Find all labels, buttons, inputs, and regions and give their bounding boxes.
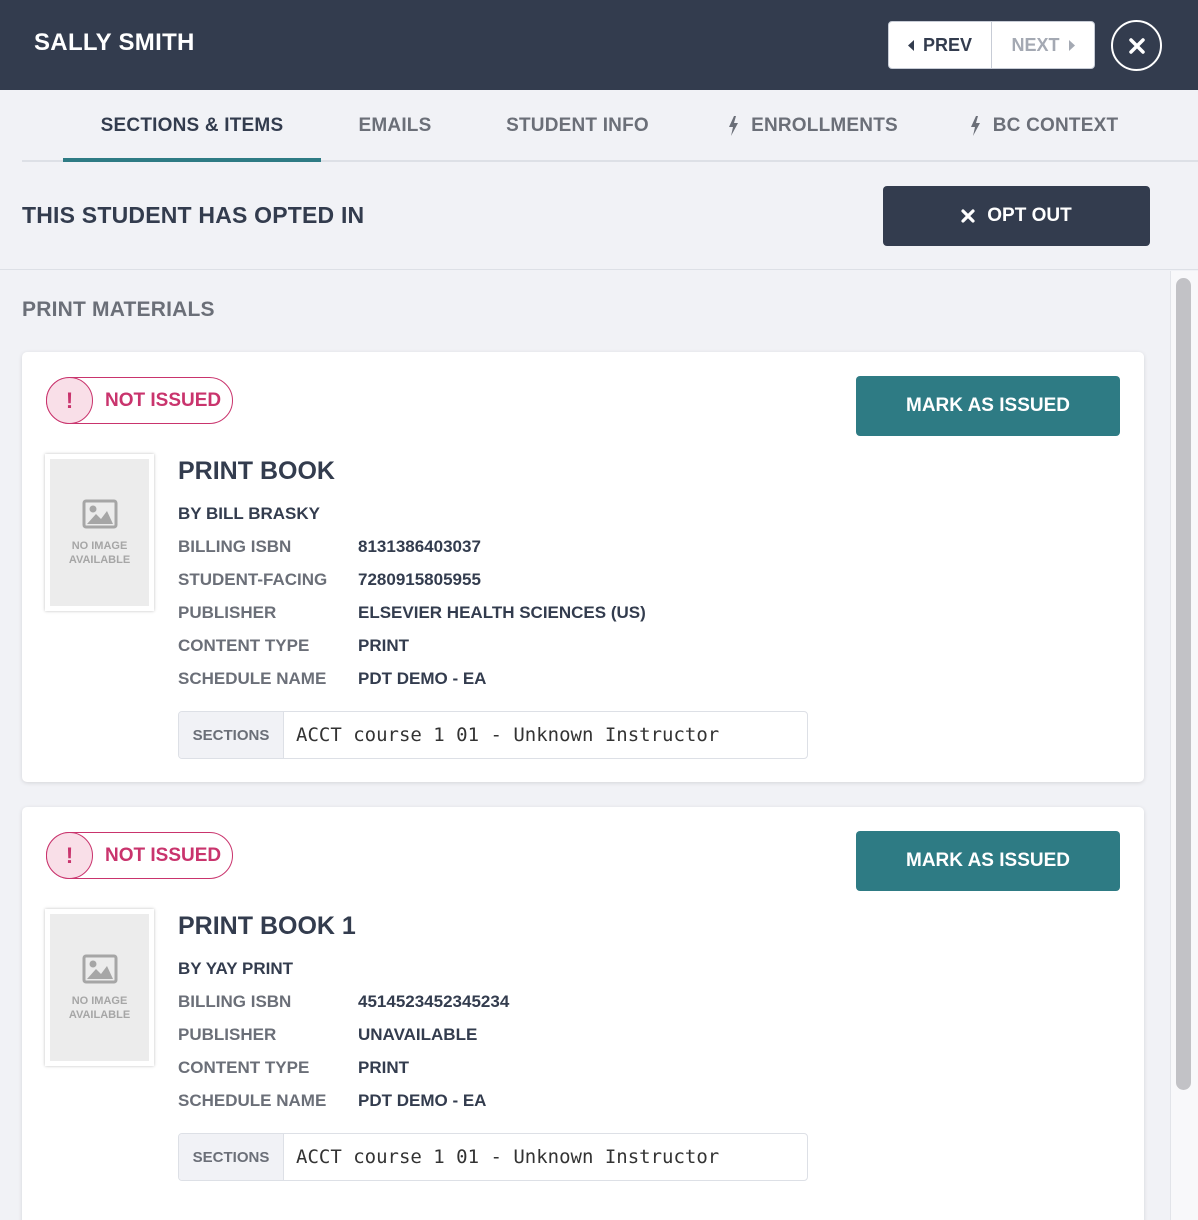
header-bar: SALLY SMITH PREV NEXT [0,0,1198,90]
next-label: NEXT [1011,34,1060,55]
image-icon [82,954,117,983]
detail-label: PUBLISHER [178,1025,277,1044]
tab-sections-items[interactable]: SECTIONS & ITEMS [63,90,321,162]
caret-left-icon [907,39,914,51]
sections-value: ACCT course 1 01 - Unknown Instructor [296,1146,720,1168]
prev-label: PREV [922,34,973,55]
tab-label: SECTIONS & ITEMS [100,115,284,136]
detail-label: STUDENT-FACING [178,570,328,589]
image-icon [82,499,117,528]
detail-label: BILLING ISBN [178,537,292,556]
book-author: BY BILL BRASKY [178,504,321,523]
detail-value: PRINT [358,636,409,655]
mark-as-issued-button[interactable]: MARK AS ISSUED [856,376,1120,436]
sections-field: SECTIONS ACCT course 1 01 - Unknown Inst… [178,1133,808,1181]
book-thumbnail: NO IMAGE AVAILABLE [45,454,154,611]
tab-label: ENROLLMENTS [751,115,898,136]
book-thumbnail: NO IMAGE AVAILABLE [45,909,154,1066]
detail-value: PDT DEMO - EA [358,669,487,688]
tab-label: STUDENT INFO [506,115,649,136]
opt-status-bar: THIS STUDENT HAS OPTED IN OPT OUT [0,162,1198,270]
detail-value: ELSEVIER HEALTH SCIENCES (US) [358,603,646,622]
no-image-placeholder: NO IMAGE AVAILABLE [50,914,149,1061]
no-image-text: NO IMAGE AVAILABLE [68,539,131,566]
detail-value: PDT DEMO - EA [358,1091,487,1110]
no-image-placeholder: NO IMAGE AVAILABLE [50,459,149,606]
next-button[interactable]: NEXT [992,22,1094,68]
status-badge: ! NOT ISSUED [46,377,233,424]
tab-emails[interactable]: EMAILS [340,90,450,162]
alert-icon: ! [46,832,93,879]
book-title: PRINT BOOK [178,457,335,485]
detail-label: SCHEDULE NAME [178,1091,327,1110]
detail-value: 8131386403037 [358,537,481,556]
detail-value: PRINT [358,1058,409,1077]
tab-bar: SECTIONS & ITEMS EMAILS STUDENT INFO ENR… [0,90,1198,162]
lightning-icon [729,116,739,136]
sections-label: SECTIONS [179,712,284,758]
detail-label: PUBLISHER [178,603,277,622]
pager: PREV NEXT [888,21,1095,69]
opt-out-button[interactable]: OPT OUT [883,186,1150,246]
detail-label: BILLING ISBN [178,992,292,1011]
detail-label: CONTENT TYPE [178,1058,310,1077]
tab-enrollments[interactable]: ENROLLMENTS [717,90,909,162]
detail-label: SCHEDULE NAME [178,669,327,688]
print-materials-heading: PRINT MATERIALS [22,298,215,321]
close-icon [1128,37,1145,54]
scrollbar-thumb[interactable] [1176,278,1191,1090]
close-icon [961,209,975,223]
tab-label: BC CONTEXT [992,115,1119,136]
prev-button[interactable]: PREV [889,22,992,68]
tab-bc-context[interactable]: BC CONTEXT [958,90,1130,162]
student-name: SALLY SMITH [34,29,195,56]
sections-label: SECTIONS [179,1134,284,1180]
material-card: ! NOT ISSUED MARK AS ISSUED NO IMAGE AVA… [22,807,1144,1220]
no-image-text: NO IMAGE AVAILABLE [68,994,131,1021]
detail-value: 7280915805955 [358,570,481,589]
material-card: ! NOT ISSUED MARK AS ISSUED NO IMAGE AVA… [22,352,1144,782]
tab-label: EMAILS [358,115,432,136]
detail-value: UNAVAILABLE [358,1025,478,1044]
status-badge: ! NOT ISSUED [46,832,233,879]
detail-value: 4514523452345234 [358,992,510,1011]
sections-field: SECTIONS ACCT course 1 01 - Unknown Inst… [178,711,808,759]
detail-label: CONTENT TYPE [178,636,310,655]
book-author: BY YAY PRINT [178,959,293,978]
alert-icon: ! [46,377,93,424]
book-title: PRINT BOOK 1 [178,912,356,940]
caret-right-icon [1068,39,1075,51]
sections-value: ACCT course 1 01 - Unknown Instructor [296,724,720,746]
mark-as-issued-button[interactable]: MARK AS ISSUED [856,831,1120,891]
lightning-icon [970,116,980,136]
status-text: NOT ISSUED [105,845,222,866]
opt-status-message: THIS STUDENT HAS OPTED IN [22,202,365,228]
opt-out-label: OPT OUT [987,205,1072,226]
status-text: NOT ISSUED [105,390,222,411]
close-button[interactable] [1111,20,1162,71]
tab-student-info[interactable]: STUDENT INFO [487,90,668,162]
